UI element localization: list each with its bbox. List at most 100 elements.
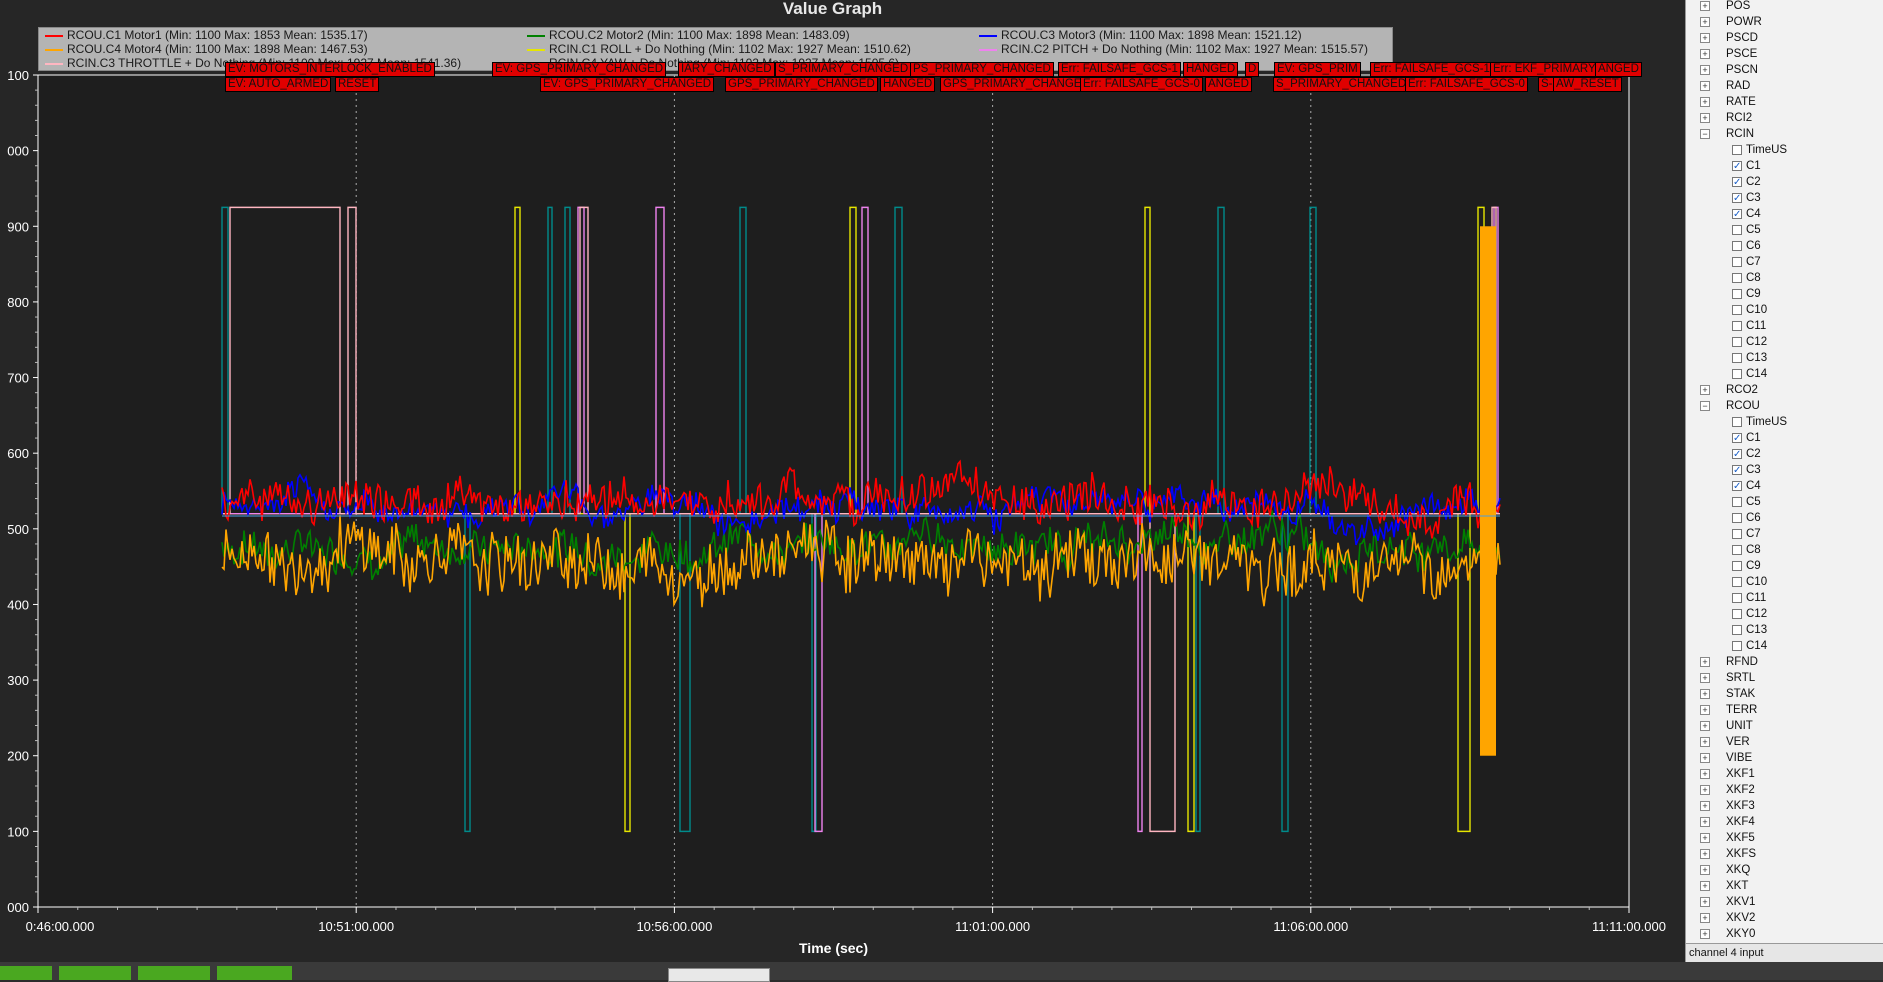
tree-field-item[interactable]: C8 <box>1686 270 1883 286</box>
tree-node[interactable]: + XKQ <box>1686 862 1883 878</box>
field-checkbox[interactable] <box>1732 207 1742 223</box>
expand-icon[interactable]: + <box>1700 929 1710 939</box>
tree-field-item[interactable]: C11 <box>1686 318 1883 334</box>
tree-node[interactable]: + TERR <box>1686 702 1883 718</box>
field-checkbox[interactable] <box>1732 273 1742 283</box>
tree-field-item[interactable]: C5 <box>1686 494 1883 510</box>
toolbar-button-3[interactable] <box>138 966 210 980</box>
expand-icon[interactable]: + <box>1700 657 1710 667</box>
tree-node[interactable]: + PSCE <box>1686 46 1883 62</box>
expand-icon[interactable]: + <box>1700 689 1710 699</box>
expand-icon[interactable]: + <box>1700 833 1710 843</box>
tree-field-item[interactable]: C10 <box>1686 574 1883 590</box>
field-checkbox[interactable] <box>1732 321 1742 331</box>
tree-node[interactable]: + XKF4 <box>1686 814 1883 830</box>
tree-field-item[interactable]: C1 <box>1686 158 1883 175</box>
tree-field-item[interactable]: C1 <box>1686 430 1883 447</box>
tree-field-item[interactable]: C12 <box>1686 606 1883 622</box>
graph-plot[interactable]: 100 000 900 800 700 600 500 400 300 200 100 000 0:46… <box>0 0 1685 962</box>
tree-node[interactable]: + XKF5 <box>1686 830 1883 846</box>
tree-field-item[interactable]: C6 <box>1686 510 1883 526</box>
tree-node[interactable]: + XKY0 <box>1686 926 1883 942</box>
tree-node[interactable]: + POS <box>1686 0 1883 14</box>
expand-icon[interactable]: + <box>1700 17 1710 27</box>
toolbar-button-2[interactable] <box>59 966 131 980</box>
tree-node[interactable]: + XKF1 <box>1686 766 1883 782</box>
tree-node[interactable]: + XKFS <box>1686 846 1883 862</box>
tree-field-item[interactable]: C7 <box>1686 254 1883 270</box>
collapse-icon[interactable]: − <box>1700 129 1710 139</box>
tree-node[interactable]: + XKF3 <box>1686 798 1883 814</box>
tree-field-item[interactable]: C13 <box>1686 622 1883 638</box>
legend-entry[interactable]: RCOU.C1 Motor1 (Min: 1100 Max: 1853 Mean… <box>45 29 368 42</box>
expand-icon[interactable]: + <box>1700 113 1710 123</box>
expand-icon[interactable]: + <box>1700 1 1710 11</box>
tree-field-item[interactable]: C13 <box>1686 350 1883 366</box>
expand-icon[interactable]: + <box>1700 897 1710 907</box>
field-checkbox[interactable] <box>1732 191 1742 207</box>
field-checkbox[interactable] <box>1732 641 1742 651</box>
tree-field-item[interactable]: C11 <box>1686 590 1883 606</box>
tree-field-item[interactable]: C2 <box>1686 446 1883 463</box>
tree-field-item[interactable]: C5 <box>1686 222 1883 238</box>
tree-node[interactable]: + XKF2 <box>1686 782 1883 798</box>
tree-node[interactable]: + STAK <box>1686 686 1883 702</box>
tree-field-item[interactable]: C14 <box>1686 366 1883 382</box>
tree-node[interactable]: + RATE <box>1686 94 1883 110</box>
tree-node[interactable]: + RCI2 <box>1686 110 1883 126</box>
expand-icon[interactable]: + <box>1700 673 1710 683</box>
legend-entry[interactable]: RCOU.C4 Motor4 (Min: 1100 Max: 1898 Mean… <box>45 43 368 56</box>
toolbar-button-1[interactable] <box>0 966 52 980</box>
field-checkbox[interactable] <box>1732 337 1742 347</box>
expand-icon[interactable]: + <box>1700 65 1710 75</box>
field-checkbox[interactable] <box>1732 625 1742 635</box>
tree-node[interactable]: + XKT <box>1686 878 1883 894</box>
tree-field-item[interactable]: C12 <box>1686 334 1883 350</box>
expand-icon[interactable]: + <box>1700 721 1710 731</box>
expand-icon[interactable]: + <box>1700 801 1710 811</box>
expand-icon[interactable]: + <box>1700 913 1710 923</box>
expand-icon[interactable]: + <box>1700 753 1710 763</box>
tree-node[interactable]: + PSCD <box>1686 30 1883 46</box>
expand-icon[interactable]: + <box>1700 737 1710 747</box>
tree-field-item[interactable]: C8 <box>1686 542 1883 558</box>
legend-entry[interactable]: RCIN.C2 PITCH + Do Nothing (Min: 1102 Ma… <box>979 43 1368 56</box>
expand-icon[interactable]: + <box>1700 81 1710 91</box>
tree-field-item[interactable]: TimeUS <box>1686 142 1883 158</box>
field-checkbox[interactable] <box>1732 513 1742 523</box>
expand-icon[interactable]: + <box>1700 881 1710 891</box>
field-checkbox[interactable] <box>1732 561 1742 571</box>
value-graph-panel[interactable]: 100 000 900 800 700 600 500 400 300 200 100 000 0:46… <box>0 0 1685 962</box>
field-checkbox[interactable] <box>1732 497 1742 507</box>
tree-node[interactable]: + SRTL <box>1686 670 1883 686</box>
field-checkbox[interactable] <box>1732 529 1742 539</box>
tree-field-item[interactable]: C4 <box>1686 478 1883 495</box>
field-checkbox[interactable] <box>1732 241 1742 251</box>
collapse-icon[interactable]: − <box>1700 401 1710 411</box>
tree-field-item[interactable]: C9 <box>1686 286 1883 302</box>
field-checkbox[interactable] <box>1732 431 1742 447</box>
tree-node[interactable]: + UNIT <box>1686 718 1883 734</box>
field-checkbox[interactable] <box>1732 145 1742 155</box>
tree-node[interactable]: + RCO2 <box>1686 382 1883 398</box>
expand-icon[interactable]: + <box>1700 865 1710 875</box>
tree-field-item[interactable]: C3 <box>1686 462 1883 479</box>
expand-icon[interactable]: + <box>1700 49 1710 59</box>
field-checkbox[interactable] <box>1732 257 1742 267</box>
legend-entry[interactable]: RCOU.C2 Motor2 (Min: 1100 Max: 1898 Mean… <box>527 29 850 42</box>
tree-node[interactable]: + RFND <box>1686 654 1883 670</box>
field-checkbox[interactable] <box>1732 369 1742 379</box>
field-checkbox[interactable] <box>1732 353 1742 363</box>
expand-icon[interactable]: + <box>1700 705 1710 715</box>
field-checkbox[interactable] <box>1732 447 1742 463</box>
expand-icon[interactable]: + <box>1700 385 1710 395</box>
tree-node[interactable]: + VIBE <box>1686 750 1883 766</box>
tree-field-item[interactable]: C3 <box>1686 190 1883 207</box>
field-checkbox[interactable] <box>1732 479 1742 495</box>
tree-node[interactable]: + XKV1 <box>1686 894 1883 910</box>
field-checkbox[interactable] <box>1732 545 1742 555</box>
expand-icon[interactable]: + <box>1700 849 1710 859</box>
field-checkbox[interactable] <box>1732 417 1742 427</box>
tree-node[interactable]: + RAD <box>1686 78 1883 94</box>
tree-field-item[interactable]: C14 <box>1686 638 1883 654</box>
